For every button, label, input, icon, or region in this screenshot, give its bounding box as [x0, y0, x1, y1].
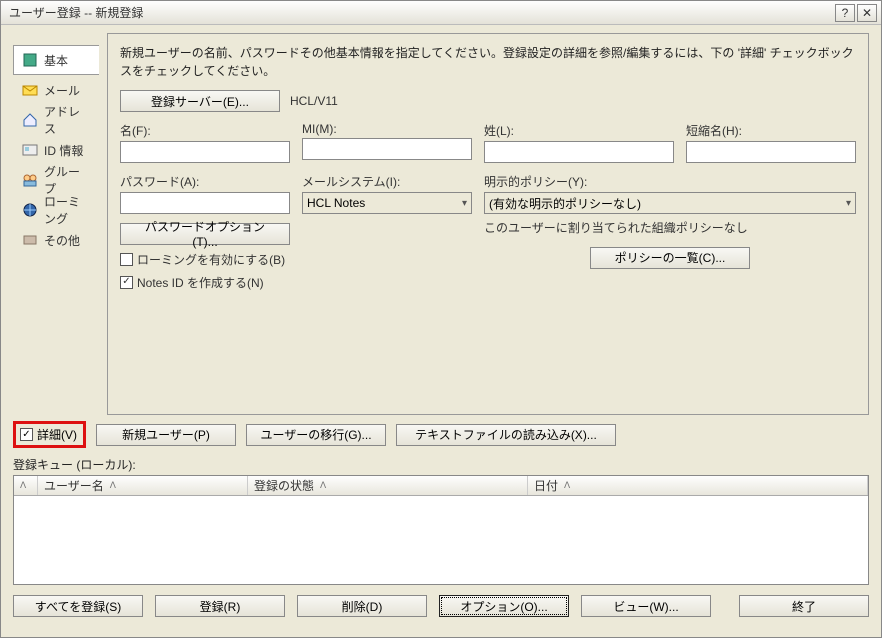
main-panel: 新規ユーザーの名前、パスワードその他基本情報を指定してください。登録設定の詳細を…	[107, 33, 869, 415]
delete-button[interactable]: 削除(D)	[297, 595, 427, 617]
roaming-checkbox[interactable]	[120, 253, 133, 266]
new-user-button[interactable]: 新規ユーザー(P)	[96, 424, 236, 446]
group-icon	[22, 172, 38, 188]
short-name-input[interactable]	[686, 141, 856, 163]
last-name-input[interactable]	[484, 141, 674, 163]
sort-icon: ᐱ	[110, 480, 116, 491]
policy-combo[interactable]: (有効な明示的ポリシーなし) ▾	[484, 192, 856, 214]
server-value: HCL/V11	[290, 94, 338, 108]
roaming-checkbox-label: ローミングを有効にする(B)	[137, 251, 285, 268]
view-button[interactable]: ビュー(W)...	[581, 595, 711, 617]
globe-icon	[22, 202, 38, 218]
queue-table-body[interactable]	[14, 496, 868, 584]
policy-info-text: このユーザーに割り当てられた組織ポリシーなし	[484, 220, 856, 237]
home-icon	[22, 112, 38, 128]
queue-col-status-label: 登録の状態	[254, 477, 314, 494]
queue-table: ᐱ ユーザー名 ᐱ 登録の状態 ᐱ 日付 ᐱ	[13, 475, 869, 585]
register-server-button[interactable]: 登録サーバー(E)...	[120, 90, 280, 112]
sort-icon: ᐱ	[320, 480, 326, 491]
chevron-down-icon: ▾	[462, 198, 467, 209]
detail-checkbox-label: 詳細(V)	[37, 426, 77, 443]
user-icon	[22, 52, 38, 68]
bottom-bar: すべてを登録(S) 登録(R) 削除(D) オプション(O)... ビュー(W)…	[1, 585, 881, 627]
detail-checkbox-highlight: 詳細(V)	[13, 421, 86, 448]
sidebar-item-other[interactable]: その他	[13, 225, 99, 255]
mi-label: MI(M):	[302, 122, 472, 136]
mailsystem-label: メールシステム(I):	[302, 173, 472, 190]
sidebar-item-label: その他	[44, 232, 80, 249]
sidebar-item-label: ローミング	[44, 193, 90, 227]
sort-icon: ᐱ	[564, 480, 570, 491]
queue-col-user[interactable]: ユーザー名 ᐱ	[38, 476, 248, 495]
queue-col-status[interactable]: 登録の状態 ᐱ	[248, 476, 528, 495]
misc-icon	[22, 232, 38, 248]
last-name-label: 姓(L):	[484, 122, 674, 139]
policy-value: (有効な明示的ポリシーなし)	[489, 195, 641, 212]
queue-col-select[interactable]: ᐱ	[14, 476, 38, 495]
policy-list-button[interactable]: ポリシーの一覧(C)...	[590, 247, 750, 269]
close-window-button[interactable]: ✕	[857, 4, 877, 22]
mailsystem-value: HCL Notes	[307, 196, 365, 210]
migrate-user-button[interactable]: ユーザーの移行(G)...	[246, 424, 386, 446]
intro-text: 新規ユーザーの名前、パスワードその他基本情報を指定してください。登録設定の詳細を…	[120, 44, 856, 80]
mi-input[interactable]	[302, 138, 472, 160]
sidebar-item-basic[interactable]: 基本	[13, 45, 99, 75]
notesid-checkbox[interactable]	[120, 276, 133, 289]
sidebar-item-address[interactable]: アドレス	[13, 105, 99, 135]
password-options-button[interactable]: パスワードオプション(T)...	[120, 223, 290, 245]
sidebar-item-label: グループ	[44, 163, 90, 197]
first-name-label: 名(F):	[120, 122, 290, 139]
sort-icon: ᐱ	[20, 480, 26, 491]
mailsystem-combo[interactable]: HCL Notes ▾	[302, 192, 472, 214]
queue-col-date-label: 日付	[534, 477, 558, 494]
options-button[interactable]: オプション(O)...	[439, 595, 569, 617]
policy-label: 明示的ポリシー(Y):	[484, 173, 856, 190]
sidebar-item-mail[interactable]: メール	[13, 75, 99, 105]
sidebar-item-label: メール	[44, 82, 80, 99]
queue-table-header: ᐱ ユーザー名 ᐱ 登録の状態 ᐱ 日付 ᐱ	[14, 476, 868, 496]
close-button[interactable]: 終了	[739, 595, 869, 617]
register-all-button[interactable]: すべてを登録(S)	[13, 595, 143, 617]
window-title: ユーザー登録 -- 新規登録	[5, 4, 833, 21]
text-import-button[interactable]: テキストファイルの読み込み(X)...	[396, 424, 616, 446]
queue-label: 登録キュー (ローカル):	[13, 456, 869, 473]
sidebar-item-group[interactable]: グループ	[13, 165, 99, 195]
queue-col-user-label: ユーザー名	[44, 477, 104, 494]
chevron-down-icon: ▾	[846, 198, 851, 209]
detail-checkbox[interactable]	[20, 428, 33, 441]
password-label: パスワード(A):	[120, 173, 290, 190]
sidebar: 基本 メール アドレス ID 情報	[13, 33, 99, 415]
first-name-input[interactable]	[120, 141, 290, 163]
sidebar-item-idinfo[interactable]: ID 情報	[13, 135, 99, 165]
titlebar: ユーザー登録 -- 新規登録 ? ✕	[1, 1, 881, 25]
id-icon	[22, 142, 38, 158]
register-button[interactable]: 登録(R)	[155, 595, 285, 617]
password-input[interactable]	[120, 192, 290, 214]
queue-col-date[interactable]: 日付 ᐱ	[528, 476, 868, 495]
sidebar-item-roaming[interactable]: ローミング	[13, 195, 99, 225]
notesid-checkbox-label: Notes ID を作成する(N)	[137, 274, 264, 291]
short-name-label: 短縮名(H):	[686, 122, 856, 139]
mail-icon	[22, 82, 38, 98]
help-button[interactable]: ?	[835, 4, 855, 22]
sidebar-item-label: 基本	[44, 52, 68, 69]
sidebar-item-label: ID 情報	[44, 142, 83, 159]
sidebar-item-label: アドレス	[44, 103, 90, 137]
